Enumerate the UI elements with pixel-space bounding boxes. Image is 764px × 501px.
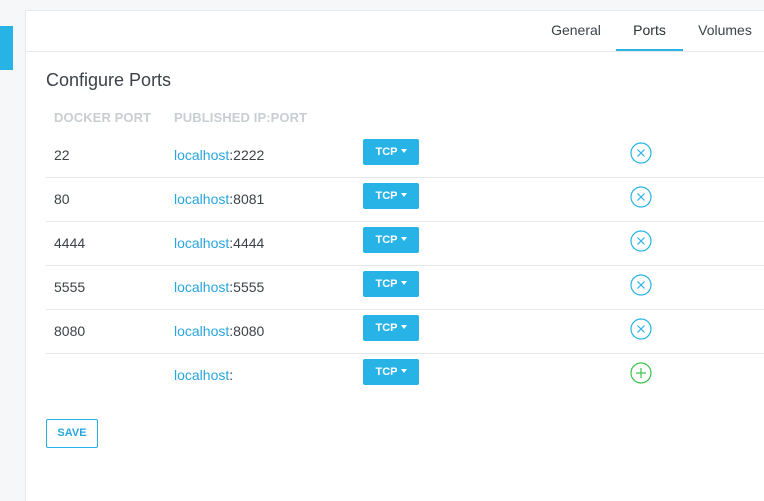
docker-port-value[interactable]: 22 (54, 147, 70, 163)
docker-port-value[interactable]: 4444 (54, 235, 85, 251)
remove-port-button[interactable] (630, 186, 652, 208)
published-port-value: :5555 (229, 279, 265, 295)
caret-down-icon (400, 193, 407, 197)
protocol-dropdown[interactable]: TCP (363, 315, 419, 341)
protocol-dropdown[interactable]: TCP (363, 271, 419, 297)
page-title: Configure Ports (46, 70, 172, 90)
caret-down-icon (400, 281, 407, 285)
table-row: 5555 localhost:5555 TCP (46, 265, 764, 310)
protocol-label: TCP (375, 278, 398, 290)
host-link[interactable]: localhost (174, 323, 229, 339)
protocol-label: TCP (375, 146, 398, 158)
published-port-field[interactable]: localhost:4444 (174, 235, 264, 251)
published-port-field[interactable]: localhost: (174, 367, 233, 383)
published-port-value: :4444 (229, 235, 265, 251)
protocol-dropdown[interactable]: TCP (363, 139, 419, 165)
tab-volumes[interactable]: Volumes (690, 11, 760, 51)
published-port-value: : (229, 367, 234, 383)
table-row: 80 localhost:8081 TCP (46, 177, 764, 222)
remove-icon (630, 186, 652, 208)
caret-down-icon (400, 237, 407, 241)
remove-icon (630, 318, 652, 340)
sidebar-active-indicator (0, 26, 13, 70)
remove-icon (630, 274, 652, 296)
remove-port-button[interactable] (630, 142, 652, 164)
table-row: 8080 localhost:8080 TCP (46, 309, 764, 354)
host-link[interactable]: localhost (174, 191, 229, 207)
remove-icon (630, 142, 652, 164)
docker-port-value[interactable]: 8080 (54, 323, 85, 339)
docker-port-column-header: DOCKER PORT (54, 110, 152, 125)
tab-general[interactable]: General (541, 11, 611, 51)
table-row: 22 localhost:2222 TCP (46, 133, 764, 178)
container-settings-panel: General Ports Volumes Configure Ports DO… (25, 10, 764, 501)
caret-down-icon (400, 369, 407, 373)
caret-down-icon (400, 325, 407, 329)
add-icon (630, 362, 652, 384)
table-row: localhost: TCP (46, 353, 764, 397)
published-port-field[interactable]: localhost:8081 (174, 191, 264, 207)
tab-ports[interactable]: Ports (616, 11, 683, 51)
protocol-label: TCP (375, 366, 398, 378)
published-port-field[interactable]: localhost:8080 (174, 323, 264, 339)
host-link[interactable]: localhost (174, 147, 229, 163)
published-port-value: :8081 (229, 191, 265, 207)
protocol-label: TCP (375, 190, 398, 202)
published-port-field[interactable]: localhost:5555 (174, 279, 264, 295)
remove-port-button[interactable] (630, 274, 652, 296)
protocol-dropdown[interactable]: TCP (363, 183, 419, 209)
published-port-value: :8080 (229, 323, 265, 339)
docker-port-value[interactable]: 5555 (54, 279, 85, 295)
host-link[interactable]: localhost (174, 367, 229, 383)
tab-bar: General Ports Volumes (26, 11, 764, 52)
remove-port-button[interactable] (630, 230, 652, 252)
table-row: 4444 localhost:4444 TCP (46, 221, 764, 266)
published-port-field[interactable]: localhost:2222 (174, 147, 264, 163)
protocol-dropdown[interactable]: TCP (363, 227, 419, 253)
remove-icon (630, 230, 652, 252)
protocol-dropdown[interactable]: TCP (363, 359, 419, 385)
caret-down-icon (400, 149, 407, 153)
host-link[interactable]: localhost (174, 279, 229, 295)
published-port-value: :2222 (229, 147, 265, 163)
docker-port-value[interactable]: 80 (54, 191, 70, 207)
remove-port-button[interactable] (630, 318, 652, 340)
add-port-button[interactable] (630, 362, 652, 384)
host-link[interactable]: localhost (174, 235, 229, 251)
protocol-label: TCP (375, 322, 398, 334)
save-button[interactable]: SAVE (46, 419, 98, 448)
protocol-label: TCP (375, 234, 398, 246)
published-port-column-header: PUBLISHED IP:PORT (174, 110, 308, 125)
